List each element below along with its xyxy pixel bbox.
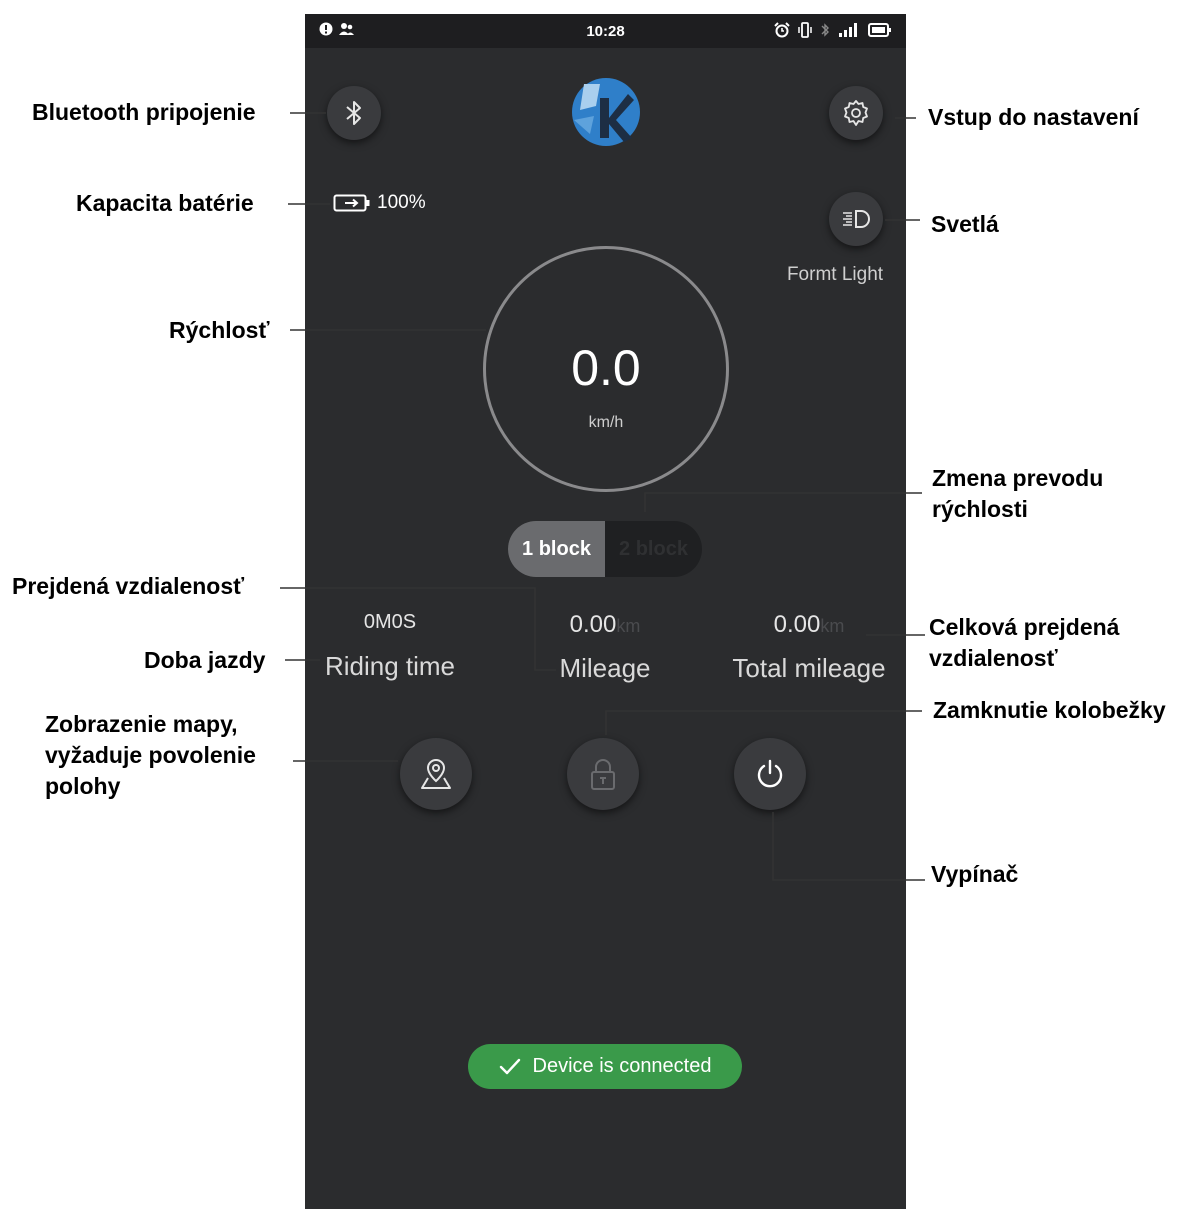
- power-button[interactable]: [734, 738, 806, 810]
- annotation-gear-line-1: Zmena prevodu: [932, 465, 1104, 491]
- total-mileage-unit: km: [820, 616, 845, 636]
- mileage-label: Mileage: [559, 653, 651, 683]
- annotation-map-line-3: polohy: [45, 773, 121, 799]
- total-mileage-stat: 0.00km Total mileage: [709, 611, 906, 684]
- annotation-gear-line-2: rýchlosti: [932, 496, 1028, 522]
- status-bar: 10:28: [305, 14, 906, 48]
- mileage-stat: 0.00km Mileage: [505, 611, 705, 684]
- riding-time-label: Riding time: [324, 651, 456, 681]
- bluetooth-button[interactable]: [327, 86, 381, 140]
- battery-icon: [333, 194, 370, 212]
- speedometer: 0.0 km/h: [483, 246, 729, 492]
- battery-percent: 100%: [377, 192, 426, 213]
- mileage-value: 0.00: [569, 611, 617, 638]
- annotation-lights: Svetlá: [931, 211, 999, 237]
- mileage-value-row: 0.00km: [505, 611, 705, 641]
- headlight-icon: [843, 210, 870, 228]
- alarm-icon: [774, 22, 790, 38]
- gear-toggle: 1 block 2 block: [508, 521, 702, 577]
- riding-time-stat: 0M0S Riding time: [305, 611, 490, 682]
- lock-button[interactable]: [567, 738, 639, 810]
- map-pin-icon: [421, 758, 451, 789]
- speed-value: 0.0: [571, 340, 641, 396]
- status-right-icons: [774, 22, 892, 38]
- annotation-power: Vypínač: [931, 861, 1019, 887]
- annotation-total-line-1: Celková prejdená: [929, 614, 1120, 640]
- bluetooth-status-icon: [821, 23, 829, 37]
- connection-toast: Device is connected: [468, 1044, 742, 1089]
- annotation-map: Zobrazenie mapy, vyžaduje povolenie polo…: [45, 709, 256, 802]
- annotation-battery: Kapacita batérie: [76, 190, 254, 216]
- settings-button[interactable]: [829, 86, 883, 140]
- bluetooth-icon: [346, 101, 361, 125]
- lock-icon: [591, 759, 615, 790]
- annotation-total: Celková prejdená vzdialenosť: [929, 612, 1119, 674]
- riding-time-value: 0M0S: [363, 611, 417, 633]
- app-logo: [572, 78, 640, 146]
- check-icon: [499, 1058, 520, 1074]
- total-mileage-value-row: 0.00km: [709, 611, 906, 641]
- phone-screen: 10:28 100% Formt Light 0.0 km/h 1 block …: [305, 14, 906, 1209]
- annotation-map-line-1: Zobrazenie mapy,: [45, 711, 238, 737]
- gear-icon: [844, 100, 868, 126]
- annotation-total-line-2: vzdialenosť: [929, 645, 1058, 671]
- total-mileage-label: Total mileage: [732, 653, 886, 683]
- annotation-map-line-2: vyžaduje povolenie: [45, 742, 256, 768]
- annotation-lock: Zamknutie kolobežky: [933, 697, 1166, 723]
- annotation-distance: Prejdená vzdialenosť: [12, 573, 245, 599]
- light-button[interactable]: [829, 192, 883, 246]
- total-mileage-value: 0.00: [773, 611, 821, 638]
- toast-text: Device is connected: [532, 1055, 712, 1077]
- battery-indicator: 100%: [333, 192, 426, 214]
- annotation-gear: Zmena prevodu rýchlosti: [932, 463, 1103, 525]
- map-button[interactable]: [400, 738, 472, 810]
- annotation-riding-time: Doba jazdy: [144, 647, 266, 673]
- power-icon: [757, 759, 783, 788]
- annotation-settings: Vstup do nastavení: [928, 104, 1139, 130]
- gear-option-1[interactable]: 1 block: [508, 521, 605, 577]
- annotation-speed: Rýchlosť: [169, 317, 270, 343]
- gear-option-2[interactable]: 2 block: [605, 521, 702, 577]
- light-label: Formt Light: [786, 264, 884, 285]
- annotation-bluetooth: Bluetooth pripojenie: [32, 99, 256, 125]
- vibrate-icon: [798, 22, 812, 38]
- mileage-unit: km: [616, 616, 641, 636]
- signal-icon: [839, 23, 857, 37]
- speed-unit: km/h: [588, 414, 624, 431]
- battery-status-icon: [868, 23, 891, 37]
